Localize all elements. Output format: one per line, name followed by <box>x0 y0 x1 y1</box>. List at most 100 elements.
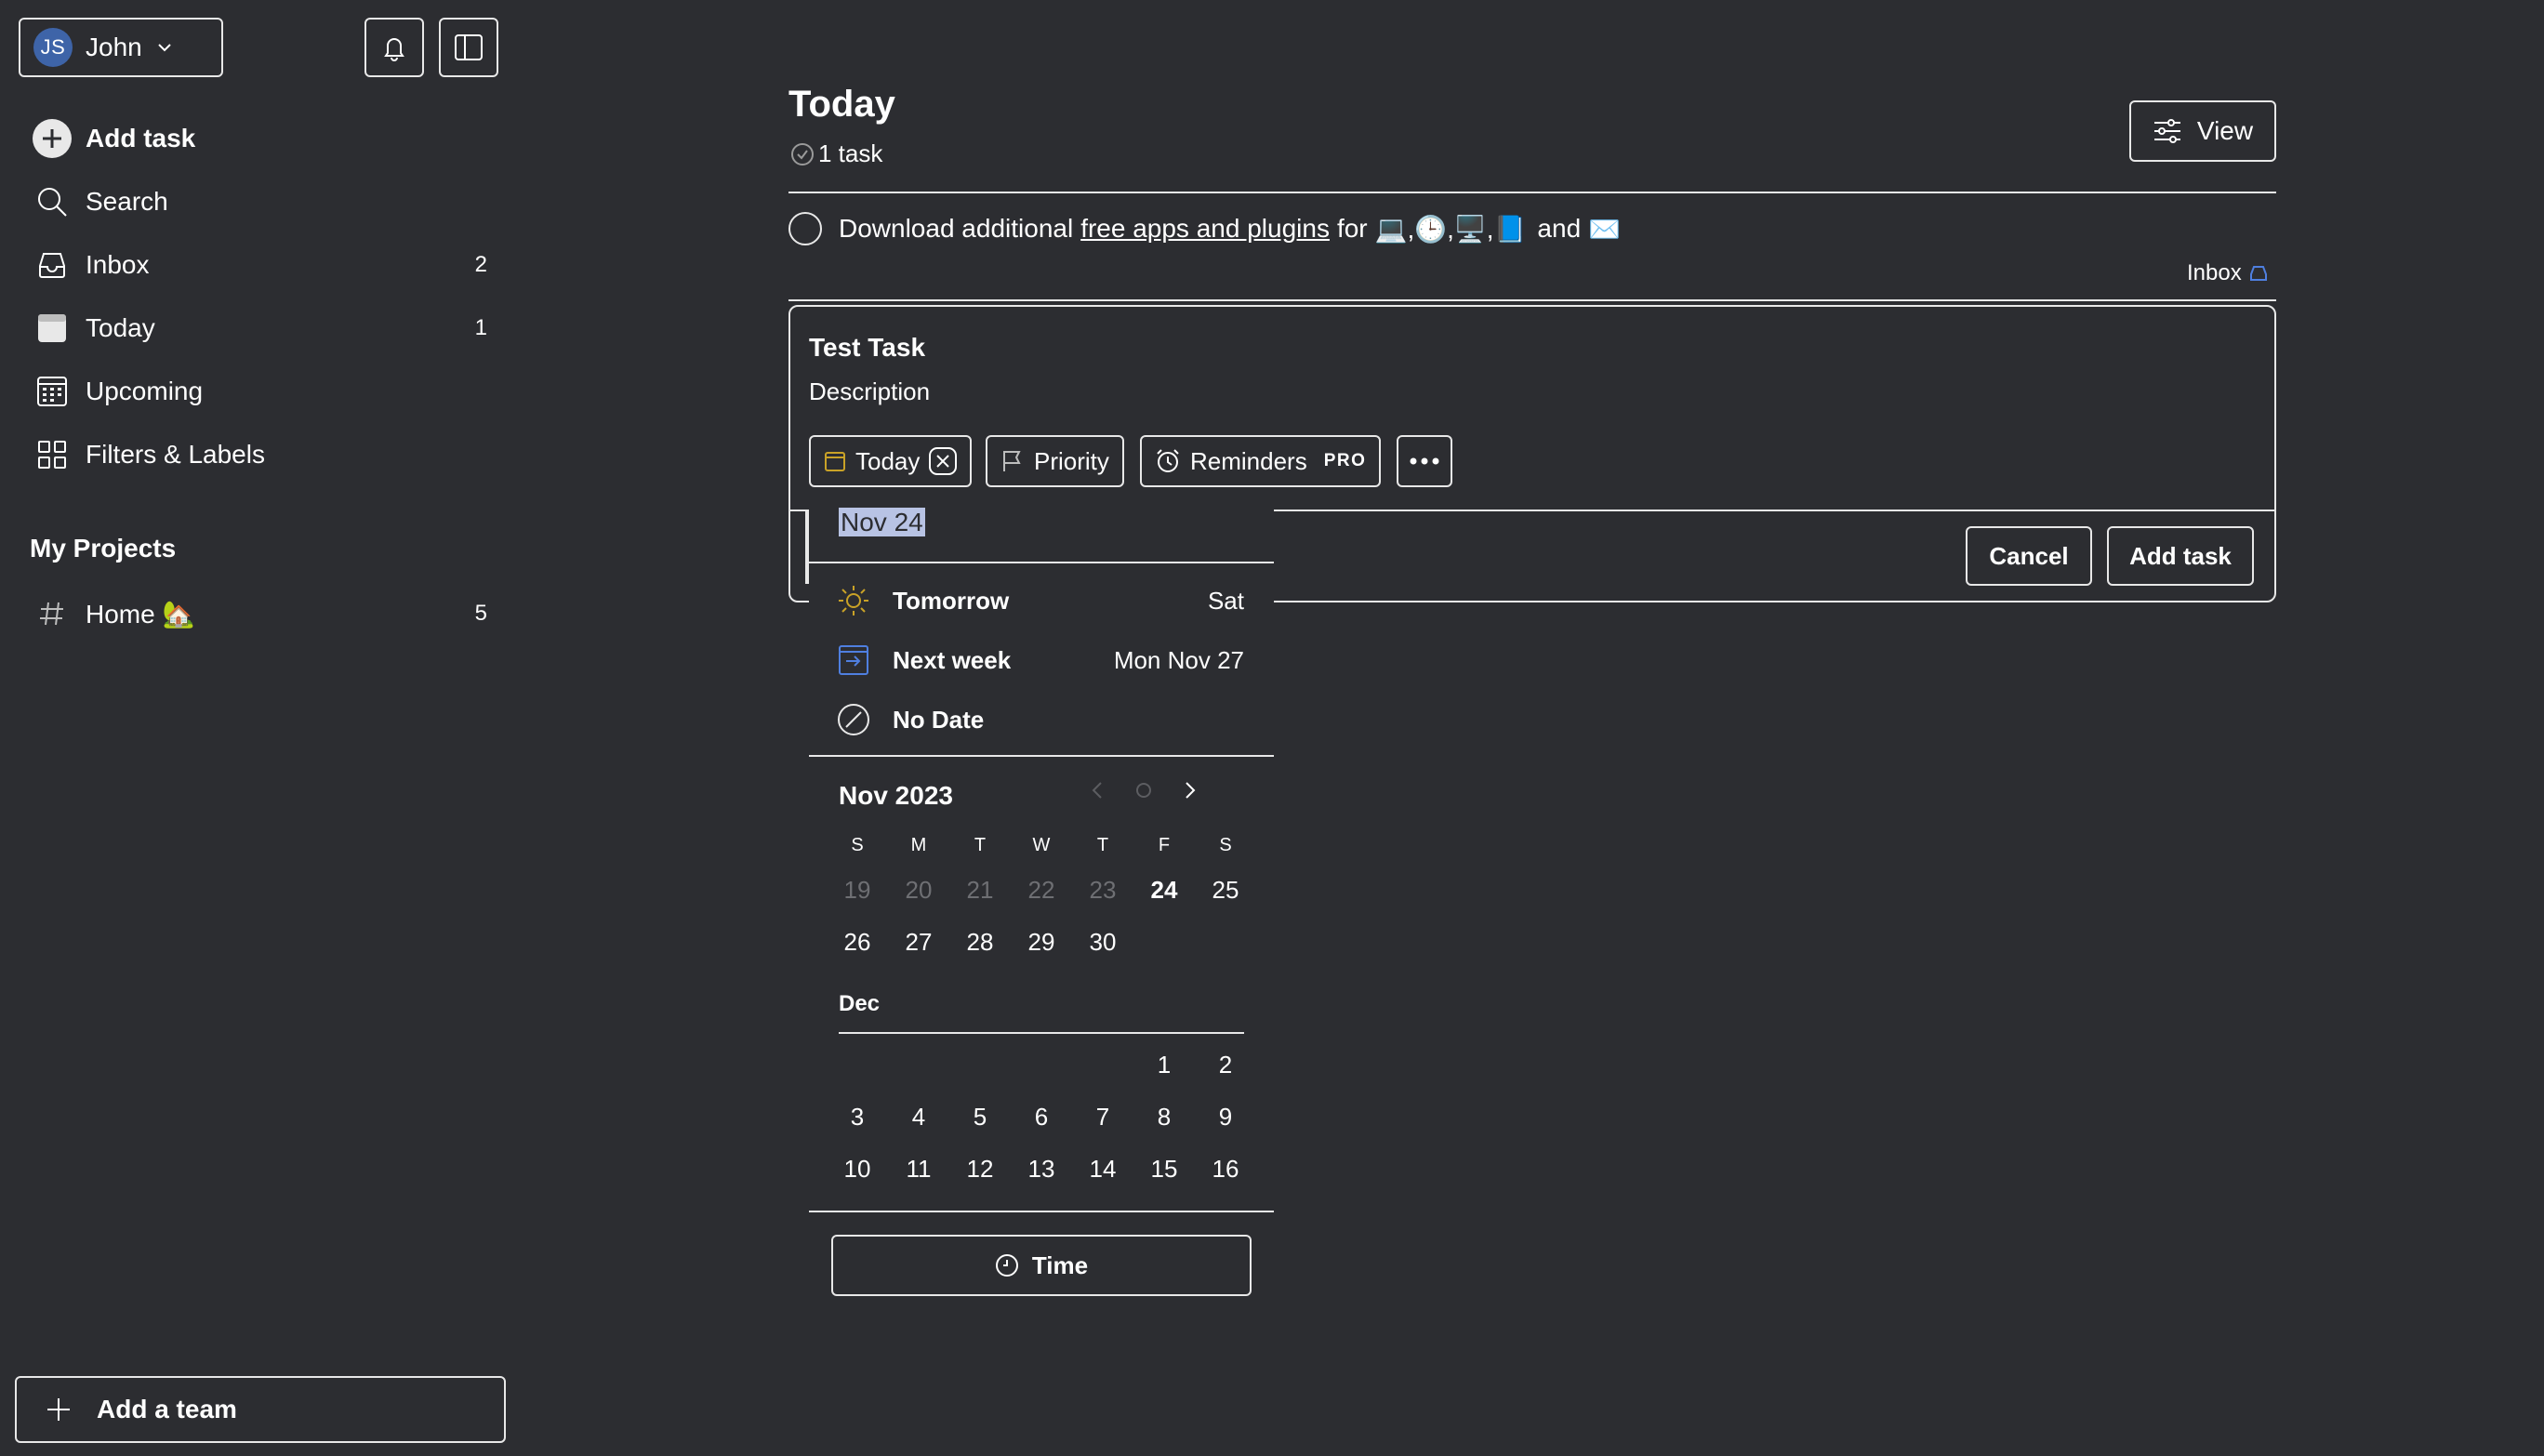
calendar-day[interactable]: 10 <box>827 1155 888 1184</box>
no-date-icon <box>835 701 872 738</box>
calendar-grid-icon <box>32 371 73 412</box>
sun-icon <box>835 582 872 619</box>
sidebar-item-today[interactable]: Today 1 <box>32 302 487 354</box>
sliders-icon <box>2153 117 2182 145</box>
sidebar-item-label: Add task <box>86 124 196 152</box>
filters-grid-icon <box>32 434 73 475</box>
sidebar-item-label: Search <box>86 187 168 216</box>
sidebar-item-add-task[interactable]: Add task <box>32 113 487 165</box>
alarm-clock-icon <box>1155 448 1181 474</box>
due-date-chip[interactable]: Today <box>809 435 973 487</box>
weekday-label: M <box>910 835 927 855</box>
reminders-chip[interactable]: Reminders PRO <box>1140 435 1382 487</box>
arrow-right-calendar-icon <box>835 642 872 679</box>
chevron-right-icon[interactable] <box>1181 779 1199 801</box>
option-tomorrow[interactable]: Tomorrow Sat <box>835 575 1244 627</box>
hash-icon <box>32 593 73 634</box>
user-menu-button[interactable]: JS John <box>19 18 223 77</box>
user-name: John <box>86 33 142 61</box>
view-label: View <box>2196 116 2254 145</box>
calendar-day[interactable]: 5 <box>949 1103 1011 1132</box>
calendar-today-icon <box>32 308 73 349</box>
task-item[interactable]: Download additional free apps and plugin… <box>788 212 1623 245</box>
calendar-month-dec: Dec <box>839 991 881 1016</box>
date-input-divider <box>809 562 1274 563</box>
bell-icon <box>379 33 409 62</box>
calendar-day[interactable]: 9 <box>1195 1103 1256 1132</box>
circle-today-icon[interactable] <box>1134 781 1153 800</box>
toggle-sidebar-button[interactable] <box>439 18 498 77</box>
add-task-button[interactable]: Add task <box>2107 526 2254 586</box>
sidebar-item-upcoming[interactable]: Upcoming <box>32 365 487 417</box>
calendar-day[interactable]: 13 <box>1011 1155 1072 1184</box>
add-team-button[interactable]: Add a team <box>15 1376 506 1443</box>
calendar-day[interactable]: 8 <box>1133 1103 1195 1132</box>
clock-icon <box>995 1253 1019 1277</box>
more-dots-icon <box>1410 457 1439 465</box>
calendar-day[interactable]: 3 <box>827 1103 888 1132</box>
sidebar-item-filters-labels[interactable]: Filters & Labels <box>32 429 487 481</box>
sidebar-item-label: Today <box>86 313 155 342</box>
calendar-day[interactable]: 7 <box>1072 1103 1133 1132</box>
calendar-day[interactable]: 4 <box>888 1103 949 1132</box>
time-button[interactable]: Time <box>831 1235 1252 1296</box>
option-no-date[interactable]: No Date <box>835 694 1244 746</box>
calendar-day[interactable]: 27 <box>888 928 949 957</box>
calendar-day: 21 <box>966 876 994 904</box>
task-project-tag[interactable]: Inbox <box>2187 260 2268 286</box>
task-count: 1 task <box>790 139 882 168</box>
chevron-down-icon <box>155 38 174 57</box>
task-checkbox[interactable] <box>788 212 822 245</box>
task-divider <box>788 299 2276 301</box>
time-label: Time <box>1031 1251 1089 1279</box>
calendar-day[interactable]: 28 <box>949 928 1011 957</box>
sidebar-item-search[interactable]: Search <box>32 176 487 228</box>
notifications-button[interactable] <box>364 18 424 77</box>
calendar-day[interactable]: 29 <box>1011 928 1072 957</box>
cancel-button[interactable]: Cancel <box>1966 526 2092 586</box>
project-item-home[interactable]: Home 🏡 5 <box>32 588 487 640</box>
dec-divider <box>839 1032 1244 1034</box>
calendar-day[interactable]: 30 <box>1072 928 1133 957</box>
calendar-day[interactable]: 11 <box>888 1155 949 1184</box>
close-icon[interactable] <box>929 447 958 475</box>
my-projects-heading[interactable]: My Projects <box>30 534 176 563</box>
calendar-month-title: Nov 2023 <box>839 781 953 810</box>
avatar: JS <box>33 28 73 67</box>
calendar-day[interactable]: 15 <box>1133 1155 1195 1184</box>
calendar-day-selected[interactable]: 24 <box>1133 876 1195 905</box>
free-apps-link[interactable]: free apps and plugins <box>1080 214 1330 244</box>
view-button[interactable]: View <box>2129 100 2276 162</box>
date-input[interactable]: Nov 24 <box>839 508 925 545</box>
task-name-input[interactable]: Test Task <box>809 333 925 363</box>
task-description-input[interactable]: Description <box>809 377 930 406</box>
today-count: 1 <box>474 315 487 340</box>
calendar-day[interactable]: 25 <box>1195 876 1256 905</box>
more-options-button[interactable] <box>1397 435 1452 487</box>
calendar-day[interactable]: 1 <box>1133 1051 1195 1079</box>
calendar-day[interactable]: 6 <box>1011 1103 1072 1132</box>
priority-chip[interactable]: Priority <box>986 435 1124 487</box>
calendar-nav <box>1088 779 1199 801</box>
weekday-label: S <box>1219 835 1232 855</box>
weekday-label: T <box>1096 835 1109 855</box>
mail-emoji: ✉️ <box>1588 214 1622 244</box>
calendar-day: 20 <box>905 876 933 904</box>
sidebar-item-label: Inbox <box>86 250 150 279</box>
plus-icon <box>45 1396 73 1423</box>
editor-input-edge <box>805 510 809 584</box>
calendar-day[interactable]: 12 <box>949 1155 1011 1184</box>
sidebar-item-inbox[interactable]: Inbox 2 <box>32 239 487 291</box>
sidebar-icon <box>453 32 484 63</box>
calendar-day[interactable]: 26 <box>827 928 888 957</box>
calendar-day[interactable]: 14 <box>1072 1155 1133 1184</box>
weekday-label: F <box>1158 835 1171 855</box>
header-divider <box>788 192 2276 193</box>
option-next-week[interactable]: Next week Mon Nov 27 <box>835 634 1244 686</box>
calendar-day[interactable]: 2 <box>1195 1051 1256 1079</box>
due-date-label: Today <box>855 446 921 475</box>
project-count: 5 <box>474 601 487 626</box>
calendar-day[interactable]: 16 <box>1195 1155 1256 1184</box>
chevron-left-icon[interactable] <box>1088 779 1106 801</box>
add-circle-icon <box>32 118 73 159</box>
